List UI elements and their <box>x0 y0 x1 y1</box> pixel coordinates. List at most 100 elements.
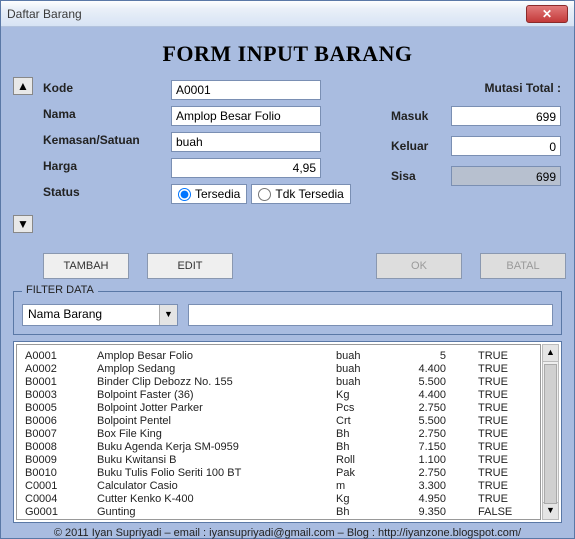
scroll-down-button[interactable]: ▼ <box>543 502 558 519</box>
cell-satuan: Kg <box>334 492 396 505</box>
batal-button[interactable]: BATAL <box>480 253 566 279</box>
table-row[interactable]: B0006Bolpoint PentelCrt5.500TRUE <box>23 414 534 427</box>
status-tdktersedia-radio[interactable] <box>258 188 271 201</box>
table-row[interactable]: B0001Binder Clip Debozz No. 155buah5.500… <box>23 375 534 388</box>
cell-harga: 3.300 <box>396 479 476 492</box>
status-tdktersedia-option[interactable]: Tdk Tersedia <box>251 184 350 204</box>
cell-nama: Buku Kwitansi B <box>95 453 334 466</box>
cell-satuan: m <box>334 479 396 492</box>
data-list-panel: A0001Amplop Besar Foliobuah5TRUEA0002Amp… <box>13 341 562 523</box>
cell-nama: Cutter Kenko K-400 <box>95 492 334 505</box>
record-next-button[interactable]: ▼ <box>13 215 33 233</box>
masuk-value: 699 <box>451 106 561 126</box>
table-row[interactable]: G0001GuntingBh9.350FALSE <box>23 505 534 518</box>
status-tdktersedia-label: Tdk Tersedia <box>275 187 343 201</box>
mutasi-panel: Mutasi Total : Masuk 699 Keluar 0 Sisa 6… <box>391 77 561 189</box>
nama-label: Nama <box>43 103 163 129</box>
filter-field-combo[interactable]: Nama Barang ▼ <box>22 304 178 326</box>
harga-input[interactable] <box>171 158 321 178</box>
data-listbox[interactable]: A0001Amplop Besar Foliobuah5TRUEA0002Amp… <box>16 344 541 520</box>
scroll-thumb[interactable] <box>544 364 557 504</box>
table-row[interactable]: B0007Box File KingBh2.750TRUE <box>23 427 534 440</box>
cell-status: TRUE <box>476 375 534 388</box>
edit-button[interactable]: EDIT <box>147 253 233 279</box>
app-window: Daftar Barang ✕ FORM INPUT BARANG ▲ ▼ Ko… <box>0 0 575 539</box>
cell-nama: Bolpoint Faster (36) <box>95 388 334 401</box>
cell-harga: 7.150 <box>396 440 476 453</box>
form-labels: Kode Nama Kemasan/Satuan Harga Status <box>43 77 163 207</box>
table-row[interactable]: B0010Buku Tulis Folio Seriti 100 BTPak2.… <box>23 466 534 479</box>
cell-harga: 5 <box>396 349 476 362</box>
cell-kode: A0002 <box>23 362 95 375</box>
kode-label: Kode <box>43 77 163 103</box>
cell-nama: Binder Clip Debozz No. 155 <box>95 375 334 388</box>
cell-status: TRUE <box>476 427 534 440</box>
table-row[interactable]: A0002Amplop Sedangbuah4.400TRUE <box>23 362 534 375</box>
filter-field-value: Nama Barang <box>23 305 159 325</box>
ok-button[interactable]: OK <box>376 253 462 279</box>
sisa-value: 699 <box>451 166 561 186</box>
status-tersedia-radio[interactable] <box>178 188 191 201</box>
status-tersedia-label: Tersedia <box>195 187 240 201</box>
status-tersedia-option[interactable]: Tersedia <box>171 184 247 204</box>
masuk-label: Masuk <box>391 109 451 123</box>
table-row[interactable]: B0009Buku Kwitansi BRoll1.100TRUE <box>23 453 534 466</box>
cell-status: TRUE <box>476 401 534 414</box>
cell-satuan: Pak <box>334 466 396 479</box>
cell-status: TRUE <box>476 414 534 427</box>
filter-text-input[interactable] <box>188 304 553 326</box>
tambah-button[interactable]: TAMBAH <box>43 253 129 279</box>
cell-status: TRUE <box>476 453 534 466</box>
mutasi-title: Mutasi Total : <box>391 77 561 103</box>
cell-harga: 1.100 <box>396 453 476 466</box>
cell-kode: G0001 <box>23 505 95 518</box>
cell-kode: B0006 <box>23 414 95 427</box>
cell-harga: 5.500 <box>396 375 476 388</box>
footer-text: © 2011 Iyan Supriyadi – email : iyansupr… <box>9 527 566 539</box>
list-scrollbar[interactable]: ▲ ▼ <box>542 344 559 520</box>
filter-legend: FILTER DATA <box>22 284 98 296</box>
cell-satuan: Roll <box>334 453 396 466</box>
cell-kode: B0009 <box>23 453 95 466</box>
table-row[interactable]: C0001Calculator Casiom3.300TRUE <box>23 479 534 492</box>
nama-input[interactable] <box>171 106 321 126</box>
cell-satuan: Bh <box>334 427 396 440</box>
kode-input[interactable] <box>171 80 321 100</box>
cell-kode: C0001 <box>23 479 95 492</box>
cell-satuan: Bh <box>334 505 396 518</box>
close-icon: ✕ <box>542 7 552 21</box>
cell-harga: 4.400 <box>396 362 476 375</box>
cell-harga: 4.400 <box>396 388 476 401</box>
keluar-label: Keluar <box>391 139 451 153</box>
record-prev-button[interactable]: ▲ <box>13 77 33 95</box>
cell-harga: 4.950 <box>396 492 476 505</box>
kemasan-label: Kemasan/Satuan <box>43 129 163 155</box>
cell-nama: Amplop Sedang <box>95 362 334 375</box>
page-title: FORM INPUT BARANG <box>9 41 566 67</box>
cell-status: FALSE <box>476 505 534 518</box>
sisa-label: Sisa <box>391 169 451 183</box>
cell-status: TRUE <box>476 479 534 492</box>
table-row[interactable]: B0005Bolpoint Jotter ParkerPcs2.750TRUE <box>23 401 534 414</box>
cell-status: TRUE <box>476 388 534 401</box>
cell-nama: Amplop Besar Folio <box>95 349 334 362</box>
table-row[interactable]: C0004Cutter Kenko K-400Kg4.950TRUE <box>23 492 534 505</box>
cell-satuan: buah <box>334 349 396 362</box>
cell-satuan: Bh <box>334 440 396 453</box>
scroll-track[interactable] <box>543 362 558 502</box>
kemasan-input[interactable] <box>171 132 321 152</box>
cell-nama: Buku Agenda Kerja SM-0959 <box>95 440 334 453</box>
close-button[interactable]: ✕ <box>526 5 568 23</box>
table-row[interactable]: B0003Bolpoint Faster (36)Kg4.400TRUE <box>23 388 534 401</box>
cell-kode: B0008 <box>23 440 95 453</box>
chevron-down-icon[interactable]: ▼ <box>159 305 177 325</box>
cell-harga: 2.750 <box>396 401 476 414</box>
table-row[interactable]: B0008Buku Agenda Kerja SM-0959Bh7.150TRU… <box>23 440 534 453</box>
cell-status: TRUE <box>476 466 534 479</box>
cell-kode: B0007 <box>23 427 95 440</box>
table-row[interactable]: A0001Amplop Besar Foliobuah5TRUE <box>23 349 534 362</box>
scroll-up-button[interactable]: ▲ <box>543 345 558 362</box>
cell-harga: 9.350 <box>396 505 476 518</box>
titlebar: Daftar Barang ✕ <box>1 1 574 27</box>
client-area: FORM INPUT BARANG ▲ ▼ Kode Nama Kemasan/… <box>1 27 574 538</box>
